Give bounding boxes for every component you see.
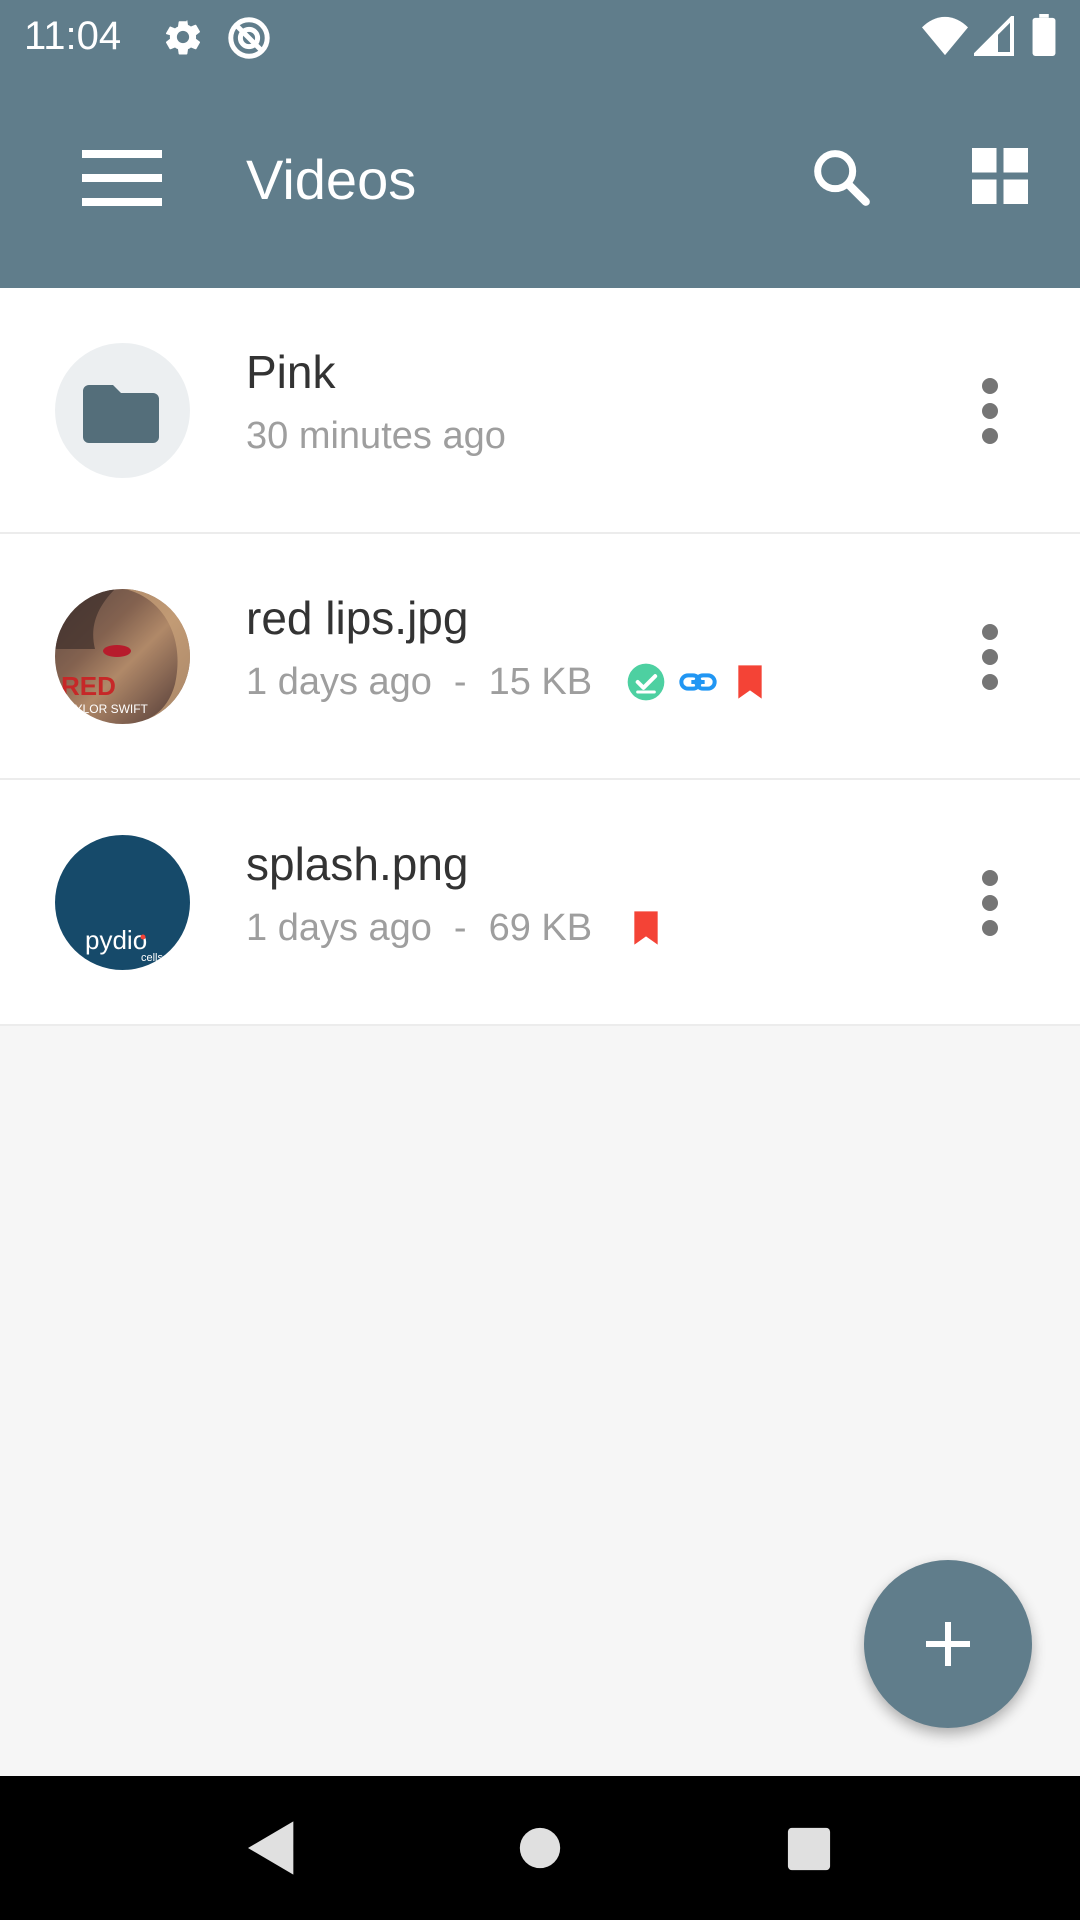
list-item[interactable]: Pink 30 minutes ago <box>0 288 1080 534</box>
signal-icon <box>974 16 1014 56</box>
pydio-logo-thumbnail: pydio cells <box>55 835 190 970</box>
file-meta: 1 days ago - 15 KB <box>246 658 782 706</box>
shared-link-icon <box>679 673 717 691</box>
file-name: splash.png <box>246 838 469 890</box>
file-meta: 30 minutes ago <box>246 412 506 460</box>
status-bar: 11:04 <box>0 0 1080 72</box>
home-icon[interactable] <box>518 1826 562 1870</box>
menu-icon[interactable] <box>82 146 162 210</box>
more-options-icon[interactable] <box>970 376 1010 446</box>
target-icon <box>228 17 270 59</box>
bookmark-icon <box>738 665 762 699</box>
list-item[interactable]: RED TAYLOR SWIFT red lips.jpg 1 days ago… <box>0 534 1080 780</box>
file-badges <box>626 662 782 702</box>
plus-icon <box>926 1622 970 1666</box>
meta-separator: - <box>453 907 467 949</box>
file-modified: 30 minutes ago <box>246 415 506 457</box>
logo-text: pydio <box>85 925 147 955</box>
page-title: Videos <box>246 148 417 211</box>
back-icon[interactable] <box>240 1816 304 1880</box>
file-name: Pink <box>246 346 336 398</box>
file-size: 69 KB <box>488 907 593 949</box>
meta-separator: - <box>453 661 467 703</box>
thumbnail-text-red: RED <box>61 671 116 701</box>
folder-icon <box>83 385 159 443</box>
battery-icon <box>1032 14 1056 56</box>
file-badges <box>626 908 678 948</box>
add-button[interactable] <box>864 1560 1032 1728</box>
file-size: 15 KB <box>488 661 593 703</box>
synced-check-icon <box>627 663 665 701</box>
pydio-logo: pydio cells <box>85 925 164 964</box>
recents-icon[interactable] <box>786 1826 832 1872</box>
more-options-icon[interactable] <box>970 622 1010 692</box>
file-meta: 1 days ago - 69 KB <box>246 904 678 952</box>
more-options-icon[interactable] <box>970 868 1010 938</box>
grid-view-icon[interactable] <box>972 148 1028 204</box>
file-modified: 1 days ago <box>246 907 432 949</box>
thumbnail-text-artist: TAYLOR SWIFT <box>61 702 149 716</box>
wifi-icon <box>922 16 968 56</box>
folder-thumbnail <box>55 343 190 478</box>
settings-icon <box>165 20 201 55</box>
file-list: Pink 30 minutes ago RED TAYLOR SWIFT red… <box>0 288 1080 1026</box>
app-toolbar: Videos <box>0 72 1080 288</box>
logo-subtext: cells <box>141 952 164 964</box>
list-item[interactable]: pydio cells splash.png 1 days ago - 69 K… <box>0 780 1080 1026</box>
photo-thumbnail: RED TAYLOR SWIFT <box>55 589 190 724</box>
bookmark-icon <box>634 911 658 945</box>
file-modified: 1 days ago <box>246 661 432 703</box>
file-name: red lips.jpg <box>246 592 469 644</box>
system-nav-bar <box>0 1776 1080 1920</box>
search-icon[interactable] <box>806 142 876 212</box>
photo-thumbnail-art: RED TAYLOR SWIFT <box>55 589 190 724</box>
status-time: 11:04 <box>24 14 122 58</box>
